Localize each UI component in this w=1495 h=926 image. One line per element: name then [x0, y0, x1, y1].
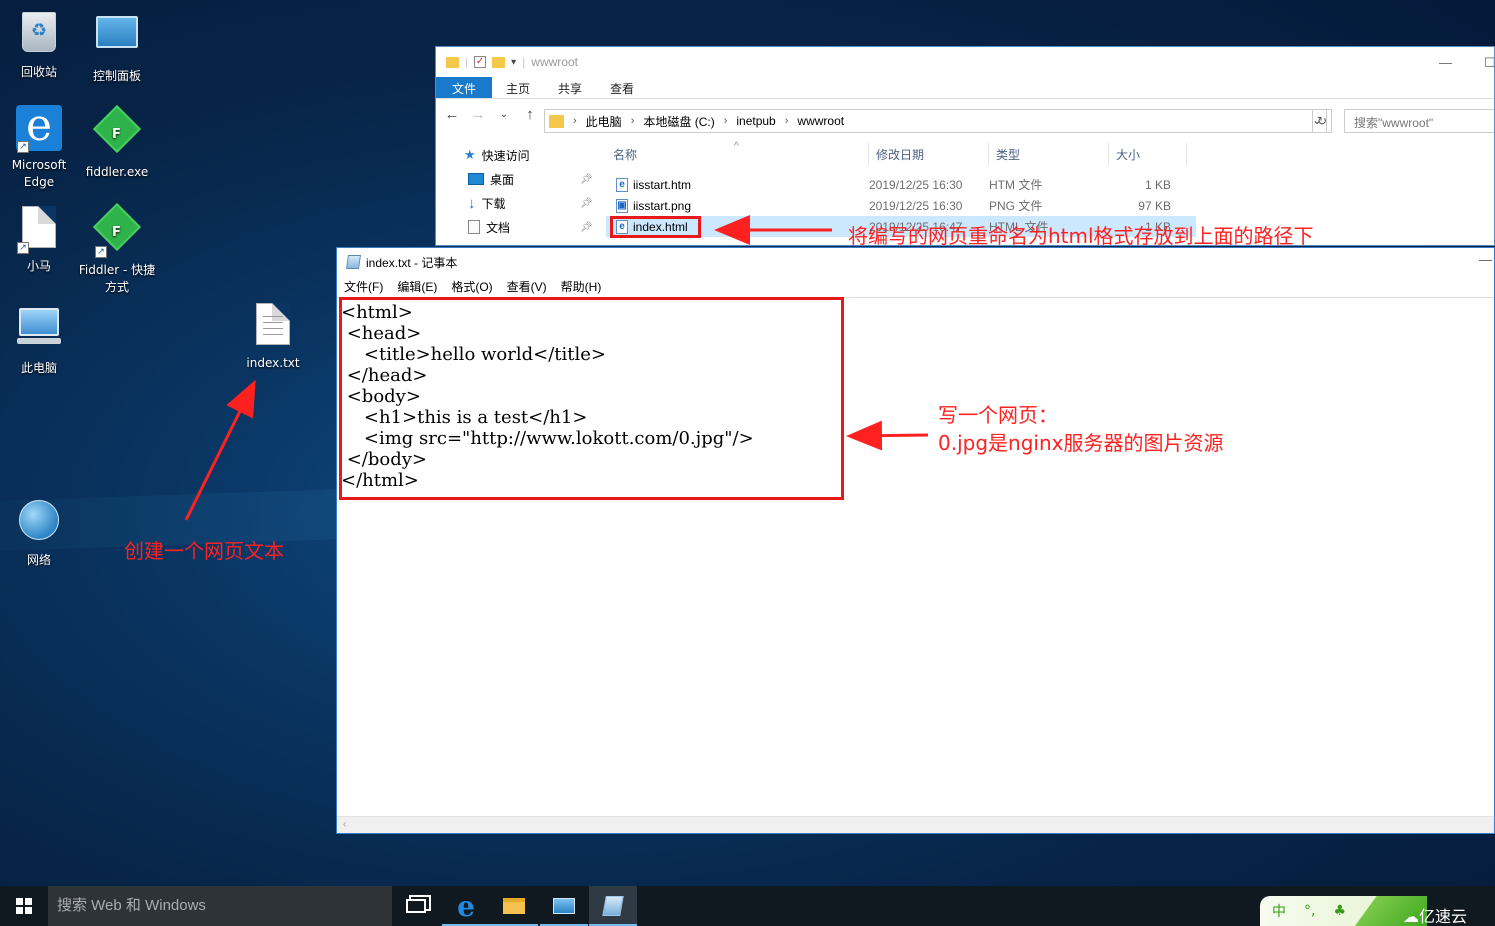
cloud-logo-icon: ☁ — [1403, 907, 1419, 926]
file-explorer-icon — [503, 898, 525, 914]
taskbar-control-panel-button[interactable] — [540, 886, 588, 926]
annotation-arrows — [184, 215, 929, 521]
watermark: ☁亿速云 — [1403, 903, 1467, 926]
annotation-rename: 将编写的网页重命名为html格式存放到上面的路径下 — [848, 224, 1314, 248]
arrow-to-code — [846, 420, 929, 451]
notepad-icon — [602, 896, 624, 916]
task-view-button[interactable] — [392, 886, 440, 926]
taskbar-notepad-button[interactable] — [589, 886, 637, 926]
windows-logo-icon — [16, 898, 32, 914]
annotation-write-line2: 0.jpg是nginx服务器的图片资源 — [938, 431, 1224, 455]
annotation-write-line1: 写一个网页： — [938, 403, 1058, 427]
ime-skin-icon[interactable]: ♣ — [1333, 903, 1346, 919]
taskbar-edge-button[interactable]: e — [442, 886, 490, 926]
annotation-create: 创建一个网页文本 — [124, 539, 284, 563]
watermark-text: 亿速云 — [1419, 907, 1468, 926]
edge-icon: e — [457, 889, 475, 923]
start-button[interactable] — [0, 886, 48, 926]
task-view-icon — [406, 899, 426, 913]
taskbar-explorer-button[interactable] — [490, 886, 538, 926]
ime-mode[interactable]: 中 — [1272, 901, 1286, 921]
ime-punctuation[interactable]: °, — [1304, 903, 1315, 919]
arrow-to-index-txt — [184, 379, 256, 521]
taskbar-search-box[interactable]: 搜索 Web 和 Windows — [48, 886, 392, 926]
control-panel-icon — [553, 898, 575, 914]
